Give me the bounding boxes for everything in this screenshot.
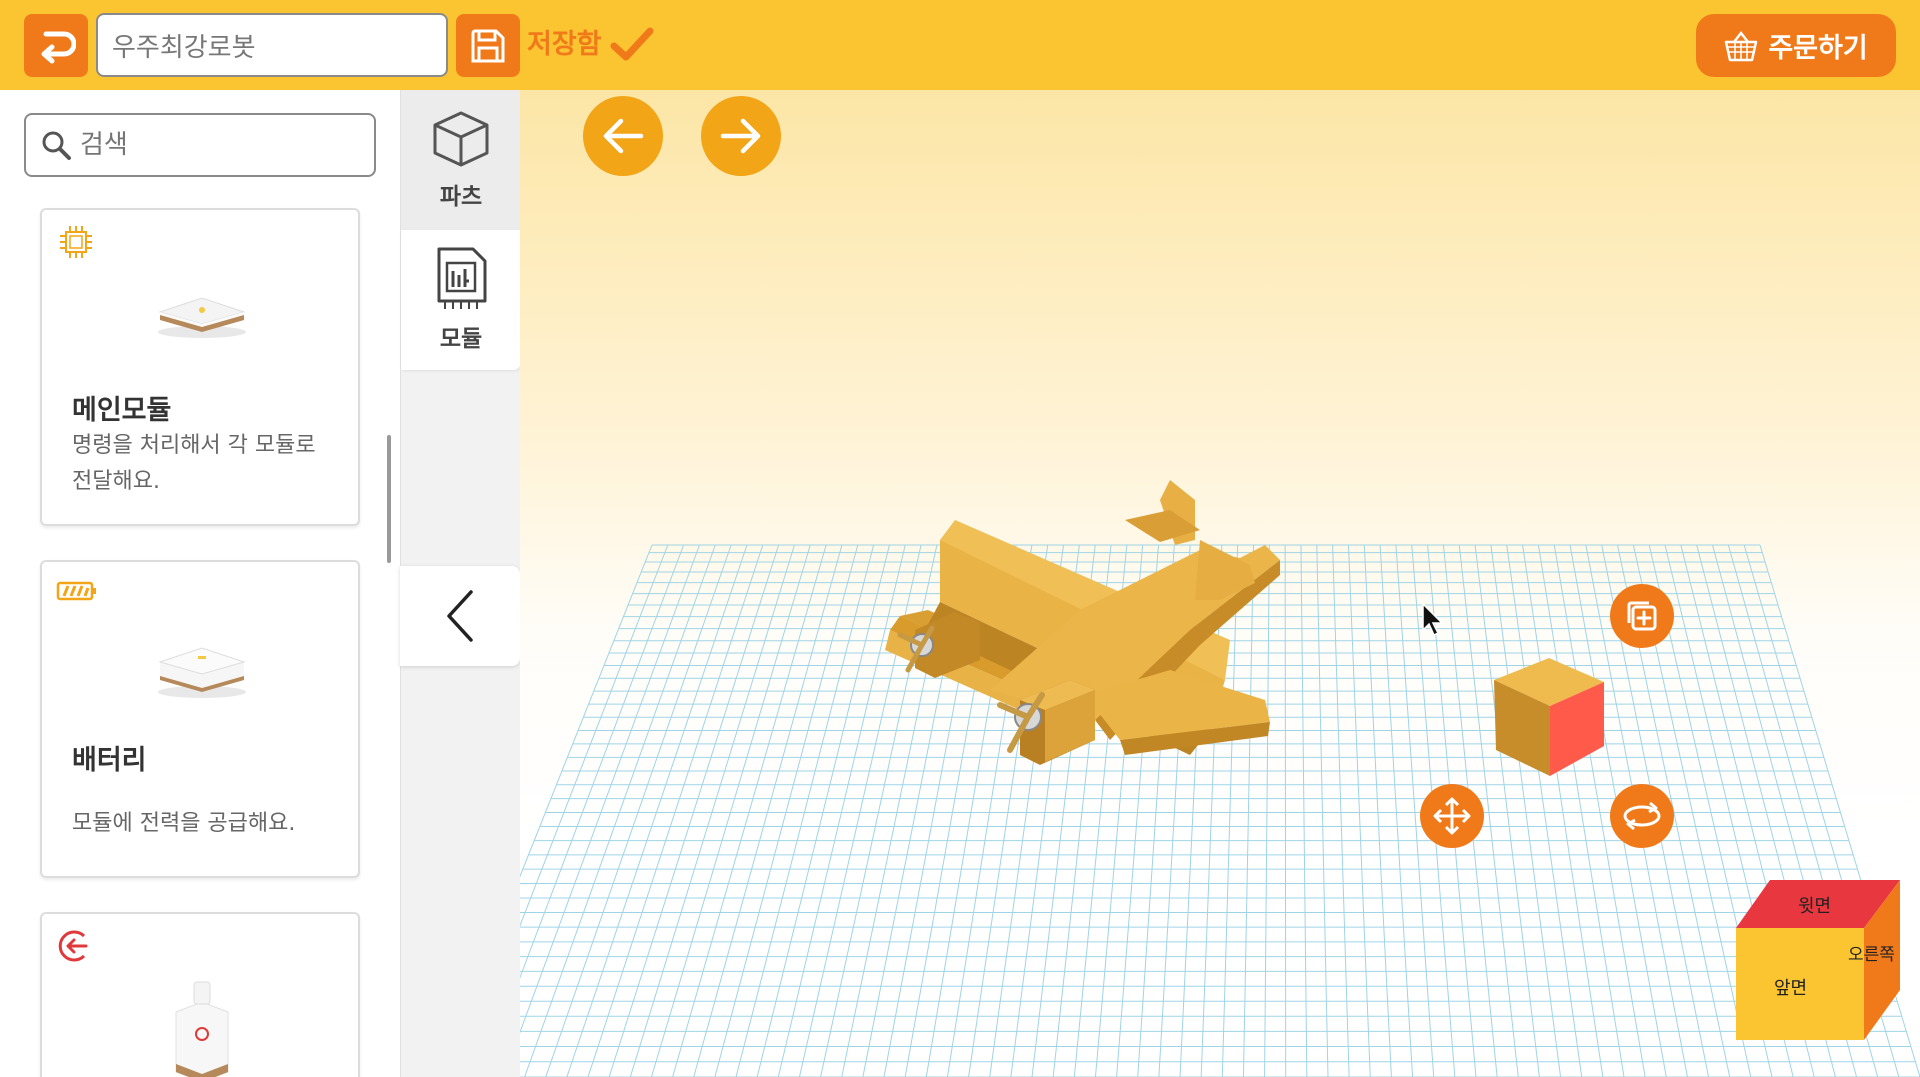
project-name-input[interactable]: [96, 13, 448, 77]
module-card-title: 메인모듈: [72, 395, 172, 426]
battery-module-image: [158, 647, 246, 698]
redo-button[interactable]: [701, 96, 781, 176]
arrow-right-icon: [720, 118, 761, 154]
arrow-left-icon: [603, 118, 644, 154]
tab-modules-label: 모듈: [439, 326, 483, 352]
duplicate-button[interactable]: [1610, 584, 1674, 648]
search-box[interactable]: [24, 113, 376, 177]
module-card-battery[interactable]: 배터리 모듈에 전력을 공급해요.: [40, 560, 360, 878]
module-card-description: 명령을 처리해서 각 모듈로 전달해요.: [72, 433, 316, 494]
view-cube-top-label: 윗면: [1798, 896, 1832, 917]
airplane-model[interactable]: [870, 480, 1290, 820]
view-orientation-cube[interactable]: 윗면 앞면 오른쪽: [1736, 878, 1900, 1042]
search-input[interactable]: [80, 130, 360, 160]
module-list-panel: 메인모듈 명령을 처리해서 각 모듈로 전달해요. 배터리 모듈에 전력을 공급…: [0, 90, 400, 1077]
collapse-panel-button[interactable]: [400, 566, 520, 666]
view-cube-front-label: 앞면: [1774, 978, 1808, 999]
duplicate-icon: [1627, 601, 1657, 631]
undo-button[interactable]: [583, 96, 663, 176]
order-button[interactable]: 주문하기: [1696, 14, 1896, 77]
cube-icon: [433, 111, 489, 167]
chevron-left-icon: [447, 590, 473, 642]
module-card-output[interactable]: [40, 912, 360, 1077]
basket-icon: [1725, 30, 1758, 61]
tab-parts-label: 파츠: [439, 184, 483, 210]
exit-icon: [58, 930, 88, 962]
search-icon: [42, 131, 71, 160]
module-card-main[interactable]: 메인모듈 명령을 처리해서 각 모듈로 전달해요.: [40, 208, 360, 526]
output-module-image: [175, 981, 229, 1077]
main-module-image: [158, 297, 246, 338]
3d-viewport[interactable]: 윗면 앞면 오른쪽: [520, 90, 1920, 1077]
back-button[interactable]: [24, 14, 88, 77]
selected-block[interactable]: [1484, 650, 1614, 780]
move-button[interactable]: [1420, 784, 1484, 848]
module-card-title: 배터리: [72, 745, 147, 776]
rotate-button[interactable]: [1610, 784, 1674, 848]
tab-modules[interactable]: 모듈: [401, 230, 521, 370]
cpu-icon: [60, 226, 92, 258]
view-cube-right-label: 오른쪽: [1848, 945, 1895, 965]
save-status-text: 저장함: [527, 29, 602, 60]
top-bar: 저장함 주문하기: [0, 0, 1920, 90]
mouse-cursor-icon: [1422, 602, 1444, 637]
move-arrows-icon: [1433, 797, 1471, 835]
tab-parts[interactable]: 파츠: [401, 90, 521, 230]
order-button-label: 주문하기: [1768, 33, 1868, 64]
module-chip-icon: [437, 247, 487, 309]
module-card-description: 모듈에 전력을 공급해요.: [72, 811, 296, 836]
rotate-icon: [1623, 801, 1661, 831]
save-button[interactable]: [456, 14, 520, 77]
battery-icon: [56, 581, 96, 601]
return-icon: [41, 31, 76, 63]
module-list-scrollbar[interactable]: [387, 435, 391, 563]
checkmark-icon: [610, 27, 654, 61]
floppy-disk-icon: [471, 29, 505, 62]
